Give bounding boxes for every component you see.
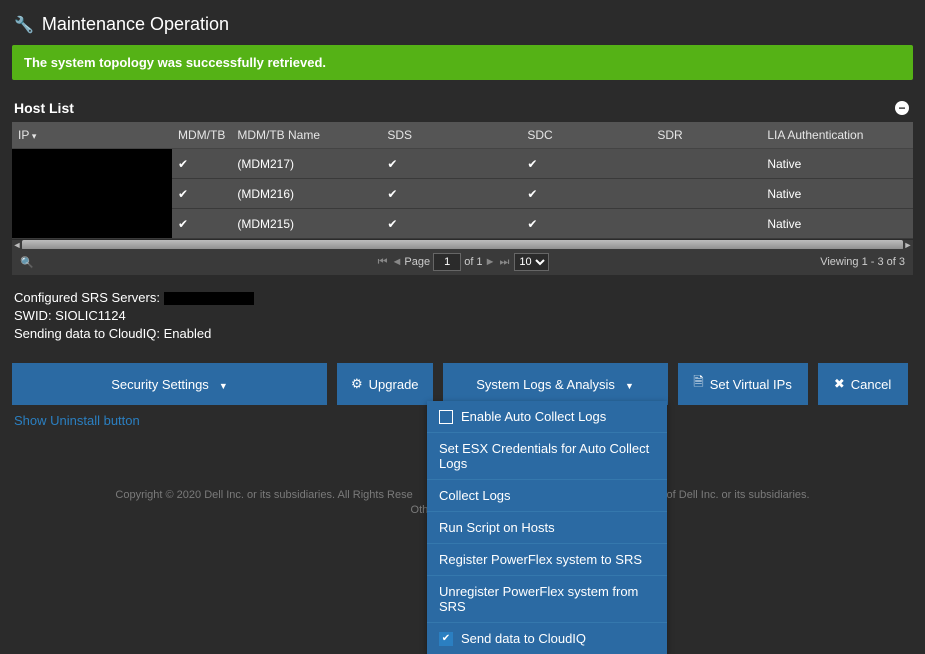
- cell-sdc: ✔: [521, 209, 651, 239]
- table-row[interactable]: ✔ (MDM217) ✔ ✔ Native: [12, 149, 913, 179]
- wrench-icon: 🔧: [14, 15, 34, 35]
- gear-icon: ⚙: [351, 376, 363, 392]
- action-bar: Security Settings ⚙ Upgrade System Logs …: [12, 363, 913, 405]
- cell-mdmtb-name: (MDM216): [231, 179, 381, 209]
- hostlist-header: Host List −: [12, 94, 913, 122]
- dropdown-item-register-srs[interactable]: Register PowerFlex system to SRS: [427, 543, 667, 575]
- checkbox-icon[interactable]: [439, 410, 453, 424]
- cell-sdr: [651, 209, 761, 239]
- page-header: 🔧 Maintenance Operation: [12, 10, 913, 45]
- dropdown-item-collect-logs[interactable]: Collect Logs: [427, 479, 667, 511]
- checkbox-checked-icon[interactable]: ✔: [439, 632, 453, 646]
- col-mdmtb-name[interactable]: MDM/TB Name: [231, 122, 381, 149]
- hostlist-title: Host List: [14, 100, 74, 116]
- cell-sds: ✔: [381, 149, 521, 179]
- cell-mdmtb-name: (MDM217): [231, 149, 381, 179]
- cancel-button[interactable]: ✖ Cancel: [818, 363, 908, 405]
- security-settings-button[interactable]: Security Settings: [12, 363, 327, 405]
- cell-sdc: ✔: [521, 179, 651, 209]
- cell-lia: Native: [761, 179, 913, 209]
- pager-next-icon[interactable]: ►: [485, 256, 496, 268]
- cell-mdmtb: ✔: [172, 209, 231, 239]
- collapse-icon[interactable]: −: [895, 101, 909, 115]
- pager: 🔍 ⏮ ◄ Page of 1 ► ⏭ 10 Viewing 1 - 3 of …: [12, 249, 913, 275]
- cell-sdr: [651, 149, 761, 179]
- col-lia[interactable]: LIA Authentication: [761, 122, 913, 149]
- dropdown-item-enable-auto-collect[interactable]: Enable Auto Collect Logs: [427, 401, 667, 432]
- close-icon: ✖: [834, 376, 845, 392]
- pager-viewing: Viewing 1 - 3 of 3: [820, 256, 905, 268]
- system-logs-button[interactable]: System Logs & Analysis: [443, 363, 668, 405]
- pager-last-icon[interactable]: ⏭: [499, 256, 509, 269]
- srs-servers-redacted: [164, 292, 254, 305]
- cell-sdr: [651, 179, 761, 209]
- pager-first-icon[interactable]: ⏮: [378, 256, 388, 269]
- cell-sdc: ✔: [521, 149, 651, 179]
- cell-lia: Native: [761, 209, 913, 239]
- cell-sds: ✔: [381, 209, 521, 239]
- dropdown-item-unregister-srs[interactable]: Unregister PowerFlex system from SRS: [427, 575, 667, 622]
- cell-mdmtb-name: (MDM215): [231, 209, 381, 239]
- info-block: Configured SRS Servers: SWID: SIOLIC1124…: [12, 289, 913, 343]
- pager-page-label: Page: [404, 256, 430, 268]
- pager-of-label: of 1: [464, 256, 482, 268]
- pager-page-input[interactable]: [433, 253, 461, 271]
- col-sdc[interactable]: SDC: [521, 122, 651, 149]
- col-mdmtb[interactable]: MDM/TB: [172, 122, 231, 149]
- cell-sds: ✔: [381, 179, 521, 209]
- system-logs-dropdown: Enable Auto Collect Logs Set ESX Credent…: [427, 401, 667, 654]
- ip-redacted: [12, 149, 172, 239]
- pager-size-select[interactable]: 10: [514, 253, 549, 271]
- cell-mdmtb: ✔: [172, 179, 231, 209]
- upgrade-button[interactable]: ⚙ Upgrade: [337, 363, 433, 405]
- horizontal-scrollbar[interactable]: ◄ ►: [12, 239, 913, 249]
- set-virtual-ips-button[interactable]: 🗎 Set Virtual IPs: [678, 363, 808, 405]
- col-sdr[interactable]: SDR: [651, 122, 761, 149]
- srs-servers-label: Configured SRS Servers:: [14, 290, 164, 305]
- swid-label: SWID: SIOLIC1124: [14, 307, 913, 325]
- col-ip[interactable]: IP: [12, 122, 172, 149]
- cell-mdmtb: ✔: [172, 149, 231, 179]
- host-table: IP MDM/TB MDM/TB Name SDS SDC SDR LIA Au…: [12, 122, 913, 239]
- search-icon[interactable]: 🔍: [20, 256, 34, 269]
- pager-prev-icon[interactable]: ◄: [391, 256, 402, 268]
- success-alert-text: The system topology was successfully ret…: [24, 55, 326, 70]
- dropdown-item-send-cloudiq[interactable]: ✔ Send data to CloudIQ: [427, 622, 667, 654]
- dropdown-item-run-script[interactable]: Run Script on Hosts: [427, 511, 667, 543]
- document-icon: 🗎: [693, 373, 703, 395]
- dropdown-item-set-esx-credentials[interactable]: Set ESX Credentials for Auto Collect Log…: [427, 432, 667, 479]
- cell-lia: Native: [761, 149, 913, 179]
- page-title: Maintenance Operation: [42, 14, 229, 35]
- col-sds[interactable]: SDS: [381, 122, 521, 149]
- success-alert: The system topology was successfully ret…: [12, 45, 913, 80]
- cloudiq-status: Sending data to CloudIQ: Enabled: [14, 325, 913, 343]
